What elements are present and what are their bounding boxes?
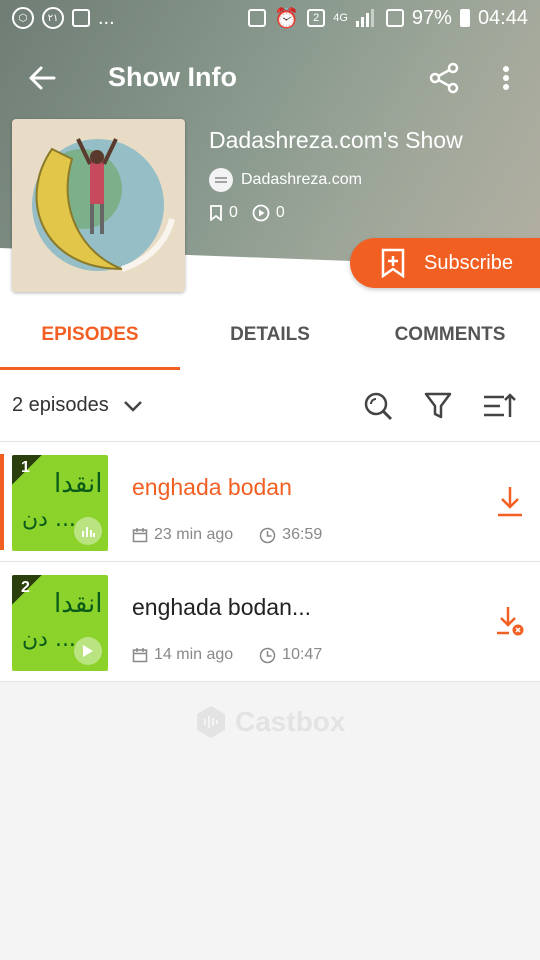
share-icon <box>429 62 459 94</box>
page-title: Show Info <box>108 62 237 92</box>
play-icon[interactable] <box>74 637 102 665</box>
tab-details[interactable]: DETAILS <box>180 300 360 370</box>
battery-percent: 97% <box>411 6 452 29</box>
app-notification-icon: ⬡ <box>12 7 34 29</box>
episode-thumbnail: 2 انقدا دن ... <box>12 575 108 671</box>
episode-duration-meta: 10:47 <box>259 646 322 664</box>
episode-row[interactable]: 1 انقدا دن ... enghada bodan 23 min ago … <box>0 442 540 562</box>
status-bar: ⬡ ٢١ ... ⏰ 2 4G 97% 04:44 <box>0 0 540 36</box>
more-options-button[interactable] <box>494 60 518 96</box>
share-button[interactable] <box>426 60 462 96</box>
filter-icon <box>424 392 452 419</box>
author-name: Dadashreza.com <box>241 171 362 188</box>
brand-name: Castbox <box>235 706 346 737</box>
thumbnail-text-line2: دن ... <box>22 507 76 532</box>
toolbar: Show Info <box>0 46 540 110</box>
episode-date-meta: 23 min ago <box>132 526 233 544</box>
episode-number: 1 <box>12 455 42 485</box>
episodes-count-label: 2 episodes <box>12 394 109 416</box>
calendar-icon <box>132 648 148 663</box>
download-button[interactable] <box>494 484 526 518</box>
episode-duration-meta: 36:59 <box>259 526 322 544</box>
signal-icon <box>355 9 378 27</box>
battery-icon <box>459 9 470 27</box>
episode-date-meta: 14 min ago <box>132 646 233 664</box>
sim-badge: 2 <box>307 9 326 27</box>
tab-comments[interactable]: COMMENTS <box>360 300 540 370</box>
play-count: 0 <box>275 204 285 221</box>
cover-illustration <box>12 119 185 292</box>
download-error-icon <box>497 607 524 636</box>
show-stats: 0 0 <box>209 204 285 222</box>
signal-box-icon <box>385 9 404 27</box>
episode-date: 14 min ago <box>154 646 234 663</box>
episode-thumbnail: 1 انقدا دن ... <box>12 455 108 551</box>
thumbnail-text-line2: دن ... <box>22 627 76 652</box>
sort-button[interactable] <box>482 390 516 422</box>
playing-equalizer-icon <box>74 517 102 545</box>
clock-icon <box>259 647 276 663</box>
tab-episodes[interactable]: EPISODES <box>0 300 180 370</box>
avatar-icon <box>215 177 227 183</box>
episode-filter-bar: 2 episodes <box>0 370 540 442</box>
subscribe-button[interactable]: Subscribe <box>350 238 540 288</box>
show-cover-art <box>12 119 185 292</box>
episode-row[interactable]: 2 انقدا دن ... enghada bodan... 14 min a… <box>0 562 540 682</box>
castbox-watermark: Castbox <box>195 705 345 739</box>
episode-title: enghada bodan <box>132 474 292 500</box>
episode-date: 23 min ago <box>154 526 234 543</box>
search-icon <box>364 392 393 421</box>
author-avatar <box>209 168 233 192</box>
play-circle-icon <box>252 204 270 222</box>
author-link[interactable]: Dadashreza.com <box>209 168 362 192</box>
back-arrow-icon <box>29 66 56 90</box>
clock: 04:44 <box>477 6 528 29</box>
episode-duration: 10:47 <box>282 646 323 663</box>
play-stat: 0 <box>252 204 285 222</box>
episode-duration: 36:59 <box>282 526 323 543</box>
download-cancel-button[interactable] <box>494 604 526 638</box>
clock-icon <box>259 527 276 543</box>
calendar-icon <box>132 528 148 543</box>
bookmark-icon <box>210 205 222 221</box>
bookmark-stat: 0 <box>209 204 238 222</box>
message-icon <box>72 9 90 27</box>
sort-icon <box>484 393 516 417</box>
download-icon <box>498 487 522 517</box>
episode-number: 2 <box>12 575 42 605</box>
lock-icon <box>248 9 267 27</box>
notification-badge: ٢١ <box>42 7 64 29</box>
search-episodes-button[interactable] <box>362 390 394 422</box>
episode-meta: 14 min ago 10:47 <box>132 646 322 664</box>
filter-button[interactable] <box>422 390 454 422</box>
bookmark-count: 0 <box>229 204 238 221</box>
episode-title: enghada bodan... <box>132 594 312 620</box>
castbox-logo-icon <box>197 706 225 738</box>
episode-meta: 23 min ago 36:59 <box>132 526 322 544</box>
alarm-icon: ⏰ <box>274 7 300 30</box>
more-vert-icon <box>503 66 509 90</box>
thumbnail-text-line1: انقدا <box>54 469 103 499</box>
subscribe-label: Subscribe <box>424 251 513 274</box>
more-notifications: ... <box>98 6 115 29</box>
back-button[interactable] <box>24 60 60 96</box>
thumbnail-text-line1: انقدا <box>54 589 103 619</box>
network-type: 4G <box>333 12 348 24</box>
bookmark-add-icon <box>381 248 405 278</box>
show-title: Dadashreza.com's Show <box>209 127 463 153</box>
episodes-count-dropdown[interactable]: 2 episodes <box>12 394 143 417</box>
tab-bar: EPISODES DETAILS COMMENTS <box>0 300 540 370</box>
chevron-down-icon <box>123 400 142 412</box>
